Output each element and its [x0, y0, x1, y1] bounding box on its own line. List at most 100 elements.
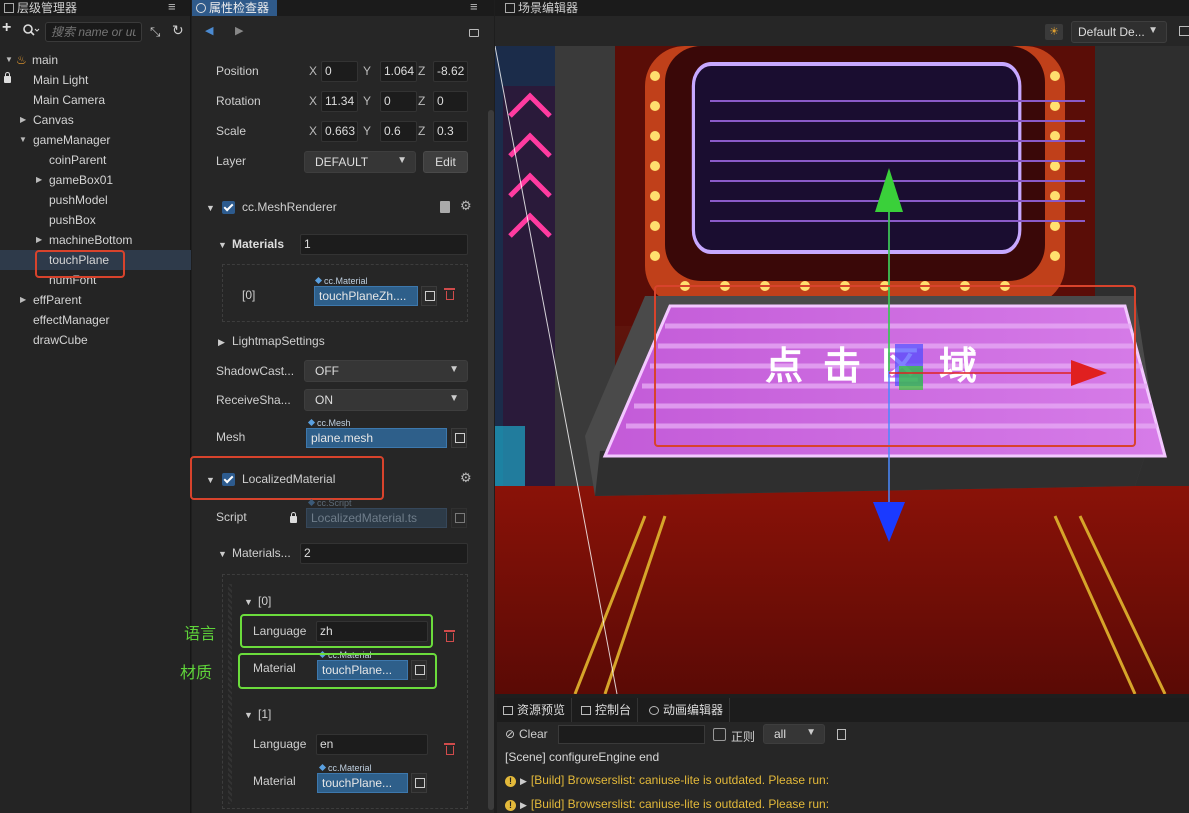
tree-node-gamemanager[interactable]: ▼ gameManager	[0, 130, 191, 150]
refresh-icon[interactable]: ↻	[172, 22, 184, 39]
scale-y-input[interactable]: 0.6	[380, 121, 417, 142]
mesh-asset-field[interactable]: plane.mesh	[306, 428, 447, 448]
tree-node-pushmodel[interactable]: pushModel	[0, 190, 191, 210]
item-collapse-icon[interactable]: ▼	[244, 710, 253, 720]
axis-x-label: X	[309, 64, 318, 78]
collapse-all-icon[interactable]: ⤡	[150, 24, 160, 40]
component-settings-gear-icon[interactable]: ⚙	[460, 470, 472, 486]
scale-x-input[interactable]: 0.663	[321, 121, 358, 142]
position-y-input[interactable]: 1.064	[380, 61, 417, 82]
expand-arrow-icon[interactable]: ▶	[520, 800, 527, 810]
add-node-button[interactable]: +	[2, 19, 11, 37]
hierarchy-menu-icon[interactable]: ≡	[168, 0, 176, 14]
receive-shadow-select[interactable]: ON ▼	[304, 389, 468, 411]
rotation-x-input[interactable]: 11.34	[321, 91, 358, 112]
regex-checkbox[interactable]	[713, 728, 726, 741]
layer-select[interactable]: DEFAULT ▼	[304, 151, 416, 173]
hierarchy-panel: 层级管理器 ≡ + ⤡ ↻ ▼ ♨ main Main Light Main C…	[0, 0, 191, 813]
hierarchy-tab[interactable]: 层级管理器	[0, 0, 85, 16]
tree-node-effparent[interactable]: ▶ effParent	[0, 290, 191, 310]
axis-y-label: Y	[363, 64, 372, 78]
expand-arrow-icon[interactable]: ▼	[19, 130, 27, 150]
hierarchy-search-input[interactable]	[45, 22, 142, 42]
tree-node-canvas[interactable]: ▶ Canvas	[0, 110, 191, 130]
search-icon[interactable]	[22, 23, 40, 40]
position-x-input[interactable]: 0	[321, 61, 358, 82]
scale-z-input[interactable]: 0.3	[433, 121, 468, 142]
materials-count-input[interactable]: 1	[300, 234, 468, 255]
inspector-menu-icon[interactable]: ≡	[470, 0, 478, 14]
lock-icon	[290, 512, 297, 523]
array-drag-handle[interactable]	[228, 584, 232, 804]
caret-down-icon: ▼	[397, 155, 407, 166]
viewport-icon[interactable]	[1179, 26, 1189, 36]
meshrenderer-enable-checkbox[interactable]	[222, 201, 235, 214]
scene-viewport[interactable]: 点击区域	[495, 46, 1189, 694]
asset-picker-icon[interactable]	[451, 428, 467, 448]
expand-arrow-icon[interactable]: ▶	[36, 230, 42, 250]
console-toolbar: ⊘ Clear 正则 all ▼	[497, 724, 1189, 746]
material-asset-field[interactable]: touchPlaneZh....	[314, 286, 418, 306]
asset-picker-icon[interactable]	[411, 773, 427, 793]
section-collapse-icon[interactable]: ▼	[206, 203, 215, 213]
tree-node-main-light[interactable]: Main Light	[0, 70, 191, 90]
materials-collapse-icon[interactable]: ▼	[218, 549, 227, 559]
forward-arrow-icon[interactable]: ▶	[235, 24, 243, 37]
regex-label: 正则	[731, 730, 756, 744]
tree-node-effectmanager[interactable]: effectManager	[0, 310, 191, 330]
expand-arrow-icon[interactable]: ▶	[20, 110, 26, 130]
document-icon[interactable]	[837, 729, 846, 740]
inspector-scrollbar[interactable]	[488, 110, 494, 810]
material-label: Material	[253, 774, 296, 788]
material-asset-field[interactable]: touchPlane...	[317, 773, 408, 793]
gizmo-settings-icon[interactable]: ☀	[1045, 24, 1063, 40]
asset-picker-icon[interactable]	[421, 286, 437, 306]
delete-icon[interactable]	[444, 630, 455, 642]
shadow-cast-select[interactable]: OFF ▼	[304, 360, 468, 382]
lightmap-expand-icon[interactable]: ▶	[218, 337, 225, 348]
log-level-select[interactable]: all ▼	[763, 724, 825, 744]
layer-edit-button[interactable]: Edit	[423, 151, 468, 173]
position-z-input[interactable]: -8.62	[433, 61, 468, 82]
tree-node-main-camera[interactable]: Main Camera	[0, 90, 191, 110]
inspector-tab[interactable]: 属性检查器	[192, 0, 278, 16]
back-arrow-icon[interactable]: ◀	[205, 24, 213, 37]
asset-type-label: cc.Material	[328, 763, 372, 773]
console-filter-input[interactable]	[558, 725, 705, 744]
caret-down-icon: ▼	[806, 727, 816, 738]
camera-select[interactable]: Default De... ▼	[1071, 21, 1167, 43]
item-collapse-icon[interactable]: ▼	[244, 597, 253, 607]
scene-tab[interactable]: 场景编辑器	[501, 0, 586, 16]
tree-node-gamebox01[interactable]: ▶ gameBox01	[0, 170, 191, 190]
localized-materials-count-input[interactable]: 2	[300, 543, 468, 564]
delete-icon[interactable]	[444, 288, 455, 300]
delete-icon[interactable]	[444, 743, 455, 755]
tree-node-drawcube[interactable]: drawCube	[0, 330, 191, 350]
expand-arrow-icon[interactable]: ▶	[36, 170, 42, 190]
component-settings-gear-icon[interactable]: ⚙	[460, 198, 472, 214]
clear-icon[interactable]: ⊘	[505, 727, 515, 741]
tab-console[interactable]: 控制台	[575, 698, 639, 722]
axis-z-label: Z	[418, 124, 426, 138]
rotation-z-input[interactable]: 0	[433, 91, 468, 112]
tree-node-pushbox[interactable]: pushBox	[0, 210, 191, 230]
tab-asset-preview[interactable]: 资源预览	[497, 698, 573, 722]
asset-type-label: cc.Material	[324, 276, 368, 286]
expand-arrow-icon[interactable]: ▶	[20, 290, 26, 310]
tree-node-label: Main Light	[33, 73, 89, 87]
book-icon[interactable]	[440, 201, 450, 213]
highlight-box-material	[238, 653, 437, 689]
lock-icon[interactable]	[4, 72, 11, 83]
expand-arrow-icon[interactable]: ▼	[5, 50, 13, 70]
materials-collapse-icon[interactable]: ▼	[218, 240, 227, 250]
tab-animation-editor[interactable]: 动画编辑器	[643, 698, 731, 722]
language-input[interactable]: en	[316, 734, 428, 755]
rotation-y-input[interactable]: 0	[380, 91, 417, 112]
tree-node-main[interactable]: ▼ ♨ main	[0, 50, 191, 70]
tree-node-machinebottom[interactable]: ▶ machineBottom	[0, 230, 191, 250]
clear-button[interactable]: Clear	[519, 727, 548, 741]
tree-node-coinparent[interactable]: coinParent	[0, 150, 191, 170]
receive-shadow-value: ON	[315, 393, 333, 407]
expand-arrow-icon[interactable]: ▶	[520, 776, 527, 786]
unlock-icon[interactable]	[469, 29, 479, 37]
